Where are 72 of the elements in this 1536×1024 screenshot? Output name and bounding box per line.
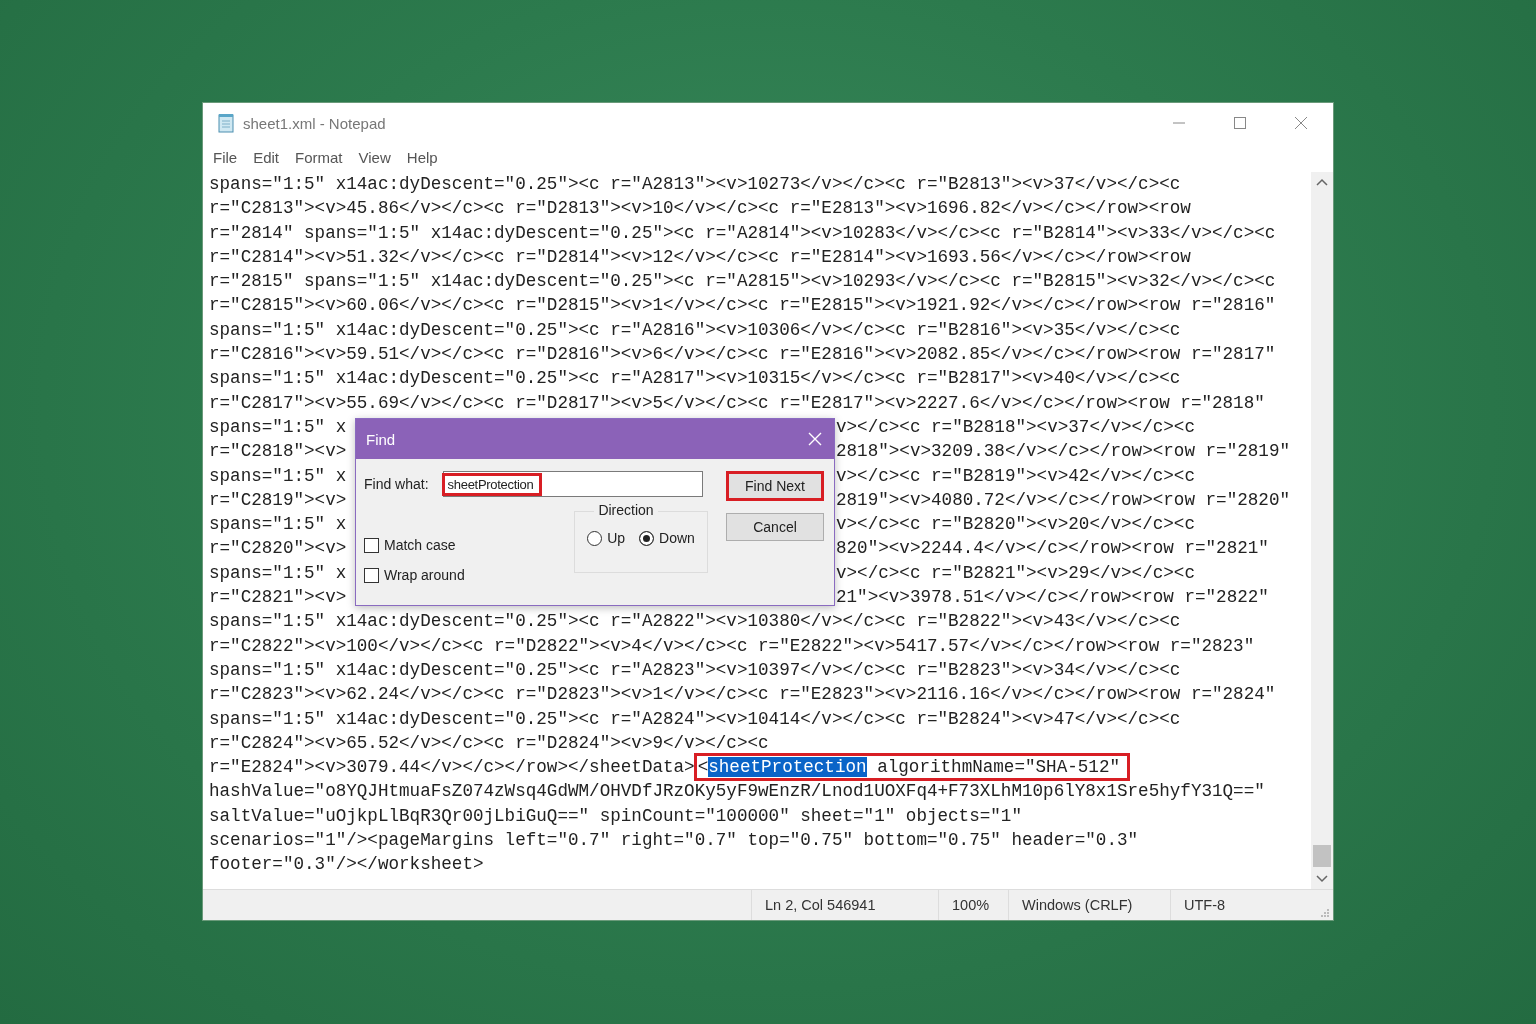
code-text: spans="1:5" x — [209, 464, 347, 488]
code-line: hashValue="o8YQJHtmuaFsZ074zWsq4GdWM/OHVDfJRzOKy5yF9wEnzR/Lnod1UOXFq4+F73XLhM10p6lY8x1Sre5hyfY31Q==" — [209, 780, 1266, 804]
code-line: r="C2817"><v>55.69</v></c><c r="D2817"><v>5</v></c><c r="E2817"><v>2227.6</v></c></row><row r="2818" — [209, 391, 1266, 415]
code-line: spans="1:5" x14ac:dyDescent="0.25"><c r="A2822"><v>10380</v></c><c r="B2822"><v>43</v></c><c — [209, 610, 1182, 634]
checkbox-label[interactable]: Match case — [384, 537, 456, 553]
code-line: spans="1:5" x14ac:dyDescent="0.25"><c r="A2816"><v>10306</v></c><c r="B2816"><v>35</v></c><c — [209, 318, 1182, 342]
scroll-up-icon[interactable] — [1316, 178, 1328, 186]
checkbox[interactable] — [364, 567, 379, 583]
group-label: Direction — [594, 502, 658, 518]
notepad-icon — [217, 113, 235, 133]
selected-text: sheetProtection — [708, 757, 867, 778]
scroll-thumb[interactable] — [1313, 845, 1331, 867]
radio-label[interactable]: Down — [659, 530, 695, 546]
code-text: r="C2820"><v> — [209, 537, 347, 561]
code-line: r="C2814"><v>51.32</v></c><c r="D2814"><v>12</v></c><c r="E2814"><v>1693.56</v></c></row><row — [209, 245, 1192, 269]
code-text: < — [697, 757, 709, 778]
code-line: r="C2823"><v>62.24</v></c><c r="D2823"><v>1</v></c><c r="E2823"><v>2116.16</v></c></row><row r="2824" — [209, 683, 1277, 707]
radio-button[interactable] — [639, 530, 655, 546]
code-text: v></c><c r="B2821"><v>29</v></c><c — [836, 561, 1195, 585]
menu-item[interactable]: Help — [398, 149, 446, 166]
radio-label[interactable]: Up — [607, 530, 626, 546]
dialog-button[interactable]: Find Next — [726, 471, 824, 501]
code-line: r="2814" spans="1:5" x14ac:dyDescent="0.25"><c r="A2814"><v>10283</v></c><c r="B2814"><v>33</v></c><c — [209, 221, 1277, 245]
status-text: UTF-8 — [1170, 890, 1294, 920]
code-text: 21"><v>3978.51</v></c></row><row r="2822" — [836, 586, 1269, 610]
code-text: r="C2821"><v> — [209, 586, 347, 610]
scroll-down-icon[interactable] — [1316, 875, 1328, 883]
code-text: 2818"><v>3209.38</v></c></row><row r="2819" — [836, 440, 1290, 464]
status-text: 100% — [938, 890, 1008, 920]
code-line: r="C2822"><v>100</v></c><c r="D2822"><v>4</v></c><c r="E2822"><v>5417.57</v></c></row><row r="2823" — [209, 634, 1256, 658]
code-text: r="E2824"><v>3079.44</v></c></row></sheetData> — [209, 757, 695, 778]
maximize-icon[interactable] — [1233, 116, 1247, 130]
menu-item[interactable]: File — [205, 149, 246, 166]
code-text: spans="1:5" x — [209, 415, 347, 439]
code-text: 820"><v>2244.4</v></c></row><row r="2821" — [836, 537, 1269, 561]
dialog-title: Find — [366, 430, 396, 448]
code-text: v></c><c r="B2819"><v>42</v></c><c — [836, 464, 1195, 488]
menu-item[interactable]: Edit — [245, 149, 288, 166]
code-line: scenarios="1"/><pageMargins left="0.7" right="0.7" top="0.75" bottom="0.75" header="0.3" — [209, 829, 1140, 852]
code-line: r="C2813"><v>45.86</v></c><c r="D2813"><v>10</v></c><c r="E2813"><v>1696.82</v></c></row><row — [209, 197, 1192, 221]
status-text: Windows (CRLF) — [1008, 890, 1170, 920]
code-text: algorithmName="SHA-512" — [876, 757, 1120, 778]
code-line: spans="1:5" x14ac:dyDescent="0.25"><c r="A2817"><v>10315</v></c><c r="B2817"><v>40</v></c><c — [209, 367, 1182, 391]
code-line: spans="1:5" x14ac:dyDescent="0.25"><c r="A2823"><v>10397</v></c><c r="B2823"><v>34</v></c><c — [209, 658, 1182, 682]
search-field[interactable]: sheetProtection — [442, 471, 703, 497]
code-line: r="2815" spans="1:5" x14ac:dyDescent="0.25"><c r="A2815"><v>10293</v></c><c r="B2815"><v>32</v></c><c — [209, 270, 1277, 294]
menu-item[interactable]: Format — [287, 149, 351, 166]
code-line: r="C2816"><v>59.51</v></c><c r="D2816"><v>6</v></c><c r="E2816"><v>2082.85</v></c></row><row r="2817" — [209, 343, 1277, 367]
code-text: v></c><c r="B2820"><v>20</v></c><c — [836, 513, 1195, 537]
window-title: sheet1.xml - Notepad — [243, 114, 386, 132]
code-text: r="C2819"><v> — [209, 488, 347, 512]
code-line: spans="1:5" x14ac:dyDescent="0.25"><c r="A2824"><v>10414</v></c><c r="B2824"><v>47</v></c><c — [209, 707, 1182, 731]
checkbox-label[interactable]: Wrap around — [384, 567, 465, 583]
status-text: Ln 2, Col 546941 — [751, 890, 938, 920]
code-text: spans="1:5" x — [209, 513, 347, 537]
code-text: v></c><c r="B2818"><v>37</v></c><c — [836, 415, 1195, 439]
radio-button[interactable] — [587, 530, 603, 546]
menu-item[interactable]: View — [350, 149, 399, 166]
code-line: footer="0.3"/></worksheet> — [209, 853, 485, 877]
code-text: spans="1:5" x — [209, 561, 347, 585]
resize-grip-icon[interactable] — [1319, 907, 1329, 917]
scrollbar[interactable] — [1311, 172, 1333, 889]
dialog-button[interactable]: Cancel — [726, 513, 824, 541]
code-line: saltValue="uOjkpLlBqR3Qr00jLbiGuQ==" spinCount="100000" sheet="1" objects="1" — [209, 804, 1023, 828]
code-line: r="C2815"><v>60.06</v></c><c r="D2815"><v>1</v></c><c r="E2815"><v>1921.92</v></c></row><row r="2816" — [209, 294, 1277, 318]
code-text: r="C2818"><v> — [209, 440, 347, 464]
code-line: spans="1:5" x14ac:dyDescent="0.25"><c r="A2813"><v>10273</v></c><c r="B2813"><v>37</v></c><c — [209, 173, 1182, 196]
code-text: 2819"><v>4080.72</v></c></row><row r="2820" — [836, 488, 1290, 512]
field-label: Find what: — [364, 476, 429, 492]
close-icon[interactable] — [1294, 116, 1308, 130]
code-line: r="C2824"><v>65.52</v></c><c r="D2824"><v>9</v></c><c — [209, 731, 770, 755]
checkbox[interactable] — [364, 537, 379, 553]
